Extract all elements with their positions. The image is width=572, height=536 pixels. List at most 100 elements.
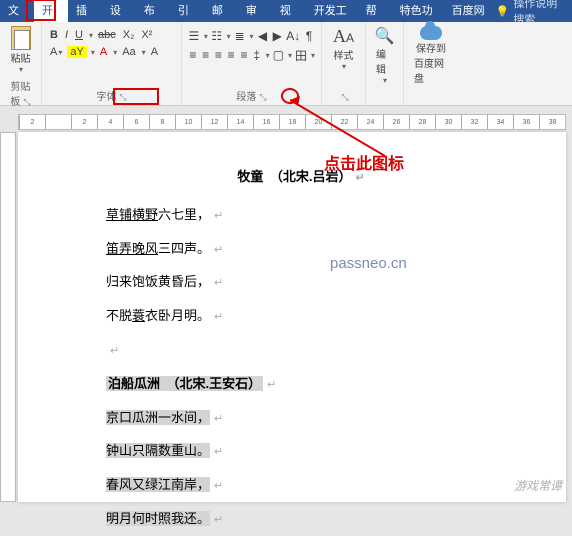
menu-mailings[interactable]: 邮件 — [204, 0, 238, 22]
paste-button[interactable]: 粘贴▾ — [6, 24, 35, 76]
texteffect-button[interactable]: A▾ — [48, 45, 64, 59]
menu-review[interactable]: 审阅 — [238, 0, 272, 22]
multilevel-button[interactable]: ≣ — [234, 28, 246, 44]
poem2-line1: 京口瓜洲一水间，↵ — [106, 401, 496, 435]
find-icon: 🔍 — [375, 26, 395, 46]
ruler-tick: 14 — [227, 115, 253, 129]
distribute-button[interactable]: ≡ — [239, 47, 249, 63]
styles-button[interactable]: AA 样式▾ — [328, 24, 359, 73]
menu-baidu[interactable]: 百度网盘 — [444, 0, 496, 22]
poem2-line4: 明月何时照我还。↵ — [106, 502, 496, 536]
ribbon-paragraph: ☰▾ ☷▾ ≣▾ ◀ ▶ A↓ ¶ ≡ ≡ ≡ ≡ ≡ ‡▾ ▢▾ 田▾ 段落⤡ — [182, 22, 322, 105]
document-area: 牧童 （北宋.吕岩）↵ 草铺横野六七里，↵ 笛弄晚风三四声。↵ 归来饱饭黄昏后，… — [0, 132, 572, 502]
charborder-button[interactable]: A — [149, 45, 160, 59]
clipboard-label: 剪贴板⤡ — [6, 76, 35, 110]
paste-label: 粘贴 — [11, 50, 31, 65]
ruler-tick: 22 — [331, 115, 357, 129]
justify-button[interactable]: ≡ — [226, 47, 236, 63]
menu-features[interactable]: 特色功能 — [392, 0, 444, 22]
styles-icon: AA — [333, 26, 354, 47]
cloud-icon — [420, 26, 442, 40]
clipboard-launcher-icon[interactable]: ⤡ — [23, 97, 30, 107]
ribbon: 粘贴▾ 剪贴板⤡ B I U▾ abc X₂ X² A▾ aY▾ A▾ Aa▾ … — [0, 22, 572, 106]
font-launcher-icon[interactable]: ⤡ — [119, 92, 126, 102]
indent-button[interactable]: ▶ — [271, 28, 283, 44]
para-group-label: 段落⤡ — [188, 86, 315, 105]
bold-button[interactable]: B — [48, 28, 60, 42]
menu-bar: 文件 开始 插入 设计 布局 引用 邮件 审阅 视图 开发工具 帮助 特色功能 … — [0, 0, 572, 22]
poem1-line2: 笛弄晚风三四声。↵ — [106, 232, 496, 266]
marks-button[interactable]: ¶ — [303, 28, 315, 44]
editing-label: 编辑 — [376, 46, 393, 76]
strike-button[interactable]: abc — [96, 28, 118, 42]
italic-button[interactable]: I — [63, 28, 70, 42]
border-button[interactable]: 田 — [295, 47, 307, 63]
shading-button[interactable]: ▢ — [273, 47, 284, 63]
menu-devtools[interactable]: 开发工具 — [306, 0, 358, 22]
poem1-line3: 归来饱饭黄昏后，↵ — [106, 265, 496, 299]
ruler-area: 2 2 4 6 8 10 12 14 16 18 20 22 24 26 28 … — [0, 106, 572, 132]
ruler-tick: 8 — [149, 115, 175, 129]
ruler-tick: 4 — [97, 115, 123, 129]
poem1-line4: 不脱蓑衣卧月明。↵ — [106, 299, 496, 333]
blank-line: ↵ — [106, 333, 496, 367]
menu-home[interactable]: 开始 — [34, 0, 68, 22]
ruler-tick: 34 — [487, 115, 513, 129]
align-right-button[interactable]: ≡ — [214, 47, 224, 63]
menu-references[interactable]: 引用 — [170, 0, 204, 22]
poem1-line1: 草铺横野六七里，↵ — [106, 198, 496, 232]
ruler-tick: 6 — [123, 115, 149, 129]
superscript-button[interactable]: X² — [139, 28, 154, 42]
menu-design[interactable]: 设计 — [102, 0, 136, 22]
ruler-tick: 10 — [175, 115, 201, 129]
ribbon-save-cloud: 保存到 百度网盘 — [404, 22, 458, 105]
watermark-corner: 游戏常谭 — [514, 477, 562, 494]
ruler-tick: 32 — [461, 115, 487, 129]
changecase-button[interactable]: Aa — [120, 45, 137, 59]
ruler-tick: 18 — [279, 115, 305, 129]
dedent-button[interactable]: ◀ — [257, 28, 269, 44]
save-label2: 百度网盘 — [414, 55, 448, 85]
sort-button[interactable]: A↓ — [286, 28, 300, 44]
menu-view[interactable]: 视图 — [272, 0, 306, 22]
ruler-tick: 30 — [435, 115, 461, 129]
styles-footer: ⤡ — [328, 90, 359, 105]
editing-button[interactable]: 🔍 编辑▾ — [372, 24, 397, 87]
ruler-tick: 12 — [201, 115, 227, 129]
ruler-tick: 24 — [357, 115, 383, 129]
menu-layout[interactable]: 布局 — [136, 0, 170, 22]
align-left-button[interactable]: ≡ — [188, 47, 198, 63]
poem2-title: 泊船瓜洲 （北宋.王安石）↵ — [106, 367, 496, 401]
font-group-label: 字体⤡ — [48, 86, 175, 105]
paste-icon — [11, 26, 31, 50]
save-label1: 保存到 — [416, 40, 446, 55]
ribbon-styles: AA 样式▾ ⤡ — [322, 22, 366, 105]
vertical-ruler[interactable] — [0, 132, 16, 502]
horizontal-ruler[interactable]: 2 2 4 6 8 10 12 14 16 18 20 22 24 26 28 … — [18, 114, 566, 130]
subscript-button[interactable]: X₂ — [121, 28, 137, 42]
poem1-title: 牧童 （北宋.吕岩）↵ — [106, 160, 496, 194]
underline-button[interactable]: U — [73, 28, 85, 42]
styles-label: 样式 — [334, 47, 354, 62]
ruler-tick: 36 — [513, 115, 539, 129]
ruler-tick: 16 — [253, 115, 279, 129]
ruler-tick: 2 — [71, 115, 97, 129]
bulb-icon: 💡 — [496, 5, 510, 18]
ribbon-clipboard: 粘贴▾ 剪贴板⤡ — [0, 22, 42, 105]
ribbon-editing: 🔍 编辑▾ — [366, 22, 404, 105]
highlight-button[interactable]: aY — [67, 46, 86, 58]
menu-help[interactable]: 帮助 — [358, 0, 392, 22]
numbering-button[interactable]: ☷ — [211, 28, 223, 44]
poem2-line3: 春风又绿江南岸，↵ — [106, 468, 496, 502]
spacing-button[interactable]: ‡ — [252, 47, 262, 63]
para-launcher-icon[interactable]: ⤡ — [259, 92, 266, 102]
align-center-button[interactable]: ≡ — [201, 47, 211, 63]
menu-file[interactable]: 文件 — [0, 0, 34, 22]
fontcolor-button[interactable]: A — [98, 45, 109, 59]
save-cloud-button[interactable]: 保存到 百度网盘 — [410, 24, 452, 87]
bullets-button[interactable]: ☰ — [188, 28, 200, 44]
ruler-tick: 38 — [539, 115, 565, 129]
document-page[interactable]: 牧童 （北宋.吕岩）↵ 草铺横野六七里，↵ 笛弄晚风三四声。↵ 归来饱饭黄昏后，… — [18, 132, 566, 502]
menu-insert[interactable]: 插入 — [68, 0, 102, 22]
ruler-tick: 26 — [383, 115, 409, 129]
